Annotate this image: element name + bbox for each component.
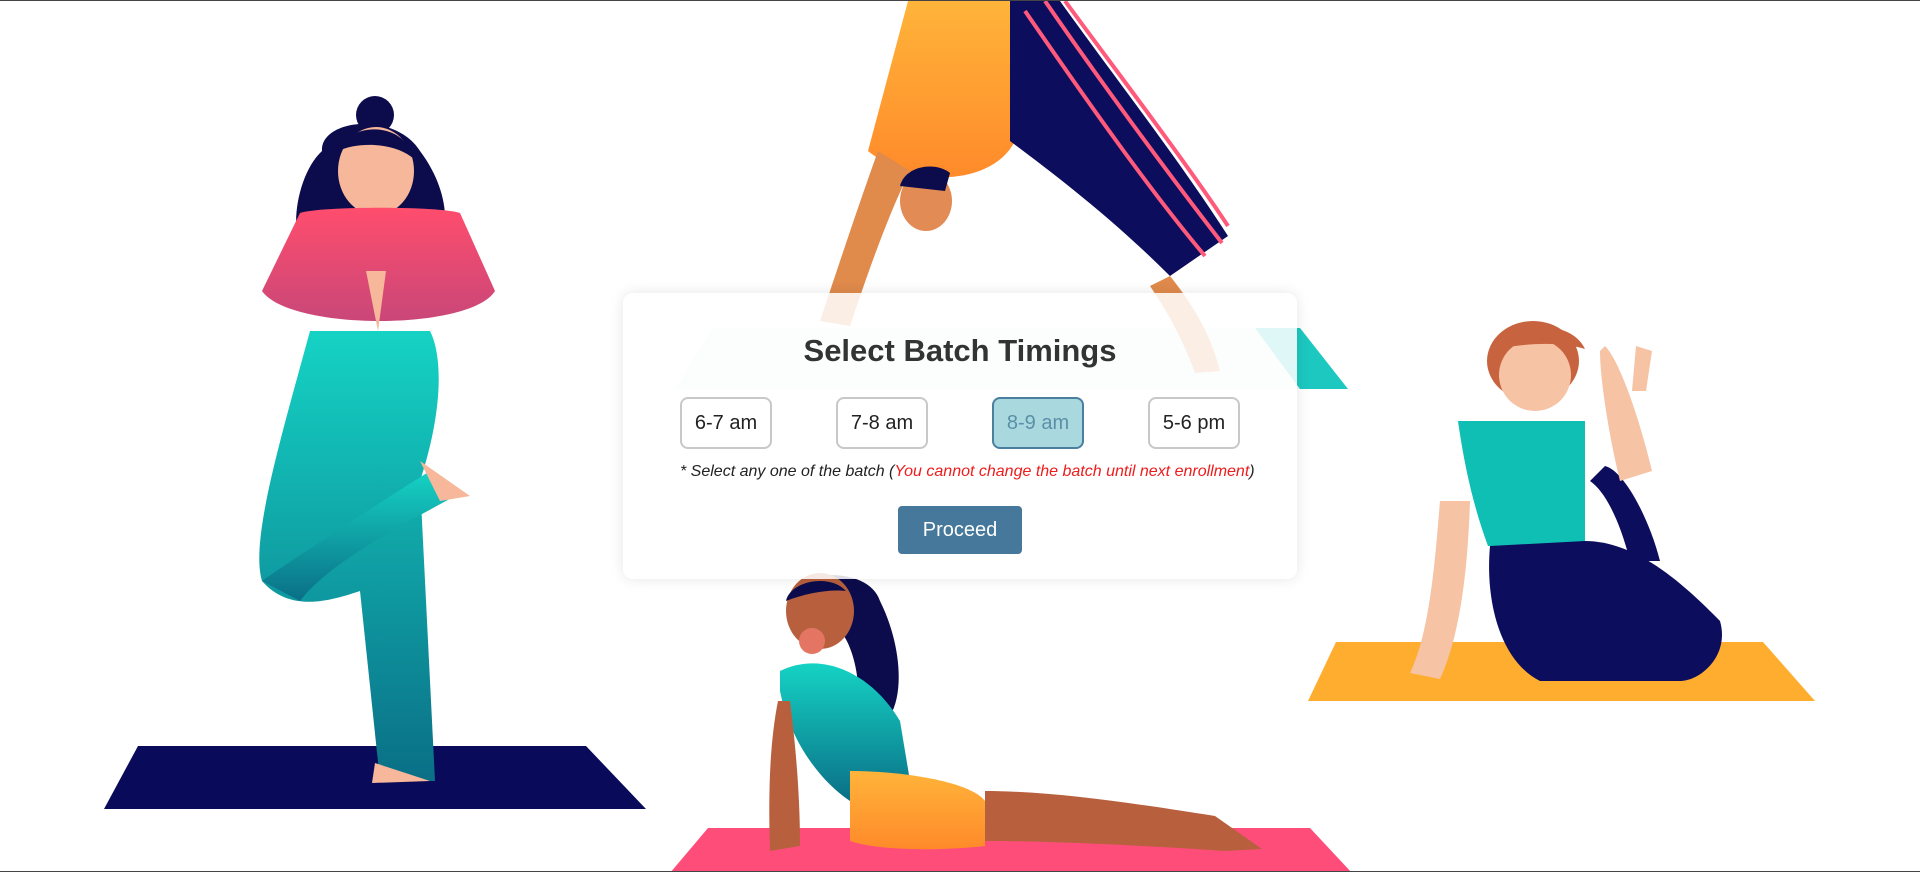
note-prefix: * Select any one of the batch ( — [680, 463, 895, 480]
batch-option-8-9-am[interactable]: 8-9 am — [992, 397, 1084, 449]
batch-option-7-8-am[interactable]: 7-8 am — [836, 397, 928, 449]
batch-option-5-6-pm[interactable]: 5-6 pm — [1148, 397, 1240, 449]
note-suffix: ) — [1249, 463, 1255, 480]
page: Select Batch Timings 6-7 am 7-8 am 8-9 a… — [0, 0, 1920, 872]
seated-twist-figure — [1308, 321, 1815, 701]
batch-options: 6-7 am 7-8 am 8-9 am 5-6 pm — [680, 397, 1240, 449]
proceed-button[interactable]: Proceed — [898, 506, 1022, 554]
batch-selection-card: Select Batch Timings 6-7 am 7-8 am 8-9 a… — [623, 293, 1297, 579]
tree-pose-figure — [104, 96, 646, 809]
cobra-pose-figure — [671, 573, 1351, 871]
batch-note: * Select any one of the batch (You canno… — [680, 463, 1255, 481]
card-title: Select Batch Timings — [803, 333, 1117, 368]
note-warning: You cannot change the batch until next e… — [894, 463, 1250, 480]
batch-option-6-7-am[interactable]: 6-7 am — [680, 397, 772, 449]
